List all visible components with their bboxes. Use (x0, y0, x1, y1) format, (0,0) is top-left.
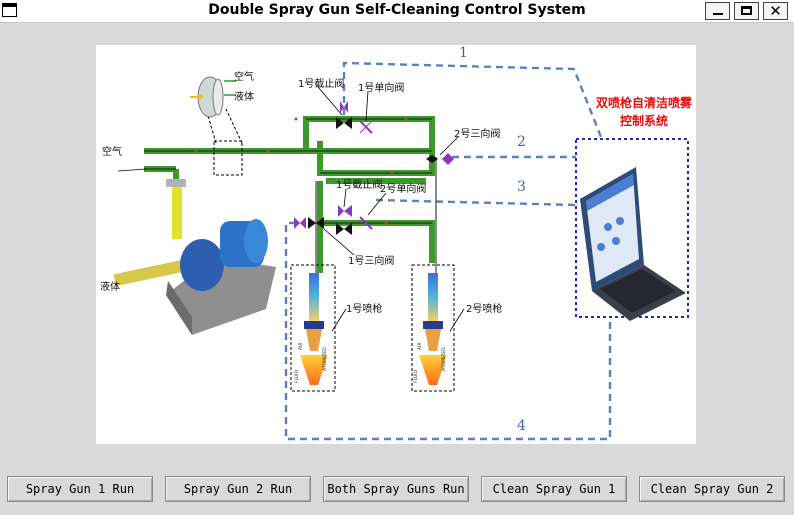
spray-gun-2-run-button[interactable]: Spray Gun 2 Run (165, 476, 311, 502)
label-check-valve-2: 2号单向阀 (380, 182, 426, 195)
button-bar: Spray Gun 1 Run Spray Gun 2 Run Both Spr… (0, 476, 794, 504)
clean-spray-gun-1-button[interactable]: Clean Spray Gun 1 (481, 476, 627, 502)
label-gun-1: 1号喷枪 (346, 302, 382, 315)
svg-text:AIR: AIR (298, 342, 304, 350)
control-laptop (575, 138, 689, 321)
svg-text:ATOMIZED: ATOMIZED (322, 347, 328, 371)
label-three-way-valve-1: 1号三向阀 (348, 254, 394, 267)
system-title-line1: 双喷枪自清洁喷雾 (596, 95, 693, 110)
shutoff-valve-1-mid (338, 205, 344, 217)
label-line-4: 4 (517, 418, 526, 434)
label-shutoff-valve-1-mid: 1号截止阀 (336, 178, 382, 191)
label-three-way-valve-2: 2号三向阀 (454, 127, 500, 140)
label-air-top: 空气 (234, 70, 254, 83)
control-line-3 (375, 198, 577, 207)
outlet-pipe (172, 185, 182, 239)
both-spray-guns-run-button[interactable]: Both Spray Guns Run (323, 476, 469, 502)
control-line-1 (342, 61, 603, 138)
pump-housing (180, 239, 224, 291)
svg-text:ATOMIZED: ATOMIZED (441, 347, 447, 371)
label-liquid-left: 液体 (100, 280, 120, 293)
label-shutoff-valve-1-top: 1号截止阀 (298, 77, 344, 90)
three-way-valve-1 (308, 217, 316, 229)
close-button[interactable]: ✕ (763, 2, 788, 20)
system-title-line2: 控制系统 (620, 113, 668, 128)
label-gun-2: 2号喷枪 (466, 302, 502, 315)
svg-text:FLUID: FLUID (294, 370, 300, 383)
label-line-2: 2 (517, 134, 526, 150)
maximize-button[interactable] (734, 2, 759, 20)
label-check-valve-1-top: 1号单向阀 (358, 81, 404, 94)
label-line-3: 3 (517, 179, 526, 195)
minimize-button[interactable] (705, 2, 730, 20)
system-diagram: FLUID AIR ATOMIZED FLUID AIR ATOMIZED 空气… (96, 45, 696, 444)
pump-assembly (113, 179, 276, 335)
window-title: Double Spray Gun Self-Cleaning Control S… (208, 2, 586, 18)
close-icon: ✕ (769, 2, 782, 20)
title-bar: Double Spray Gun Self-Cleaning Control S… (0, 0, 794, 23)
label-line-1: 1 (459, 45, 468, 61)
inlet-pipe (113, 259, 185, 287)
label-air-left: 空气 (102, 145, 122, 158)
spray-gun-1-run-button[interactable]: Spray Gun 1 Run (7, 476, 153, 502)
svg-text:FLUID: FLUID (413, 370, 419, 383)
diagram-svg: FLUID AIR ATOMIZED FLUID AIR ATOMIZED 空气… (100, 45, 693, 441)
label-liquid-top: 液体 (234, 90, 254, 103)
clean-spray-gun-2-button[interactable]: Clean Spray Gun 2 (639, 476, 785, 502)
svg-text:AIR: AIR (417, 342, 423, 350)
